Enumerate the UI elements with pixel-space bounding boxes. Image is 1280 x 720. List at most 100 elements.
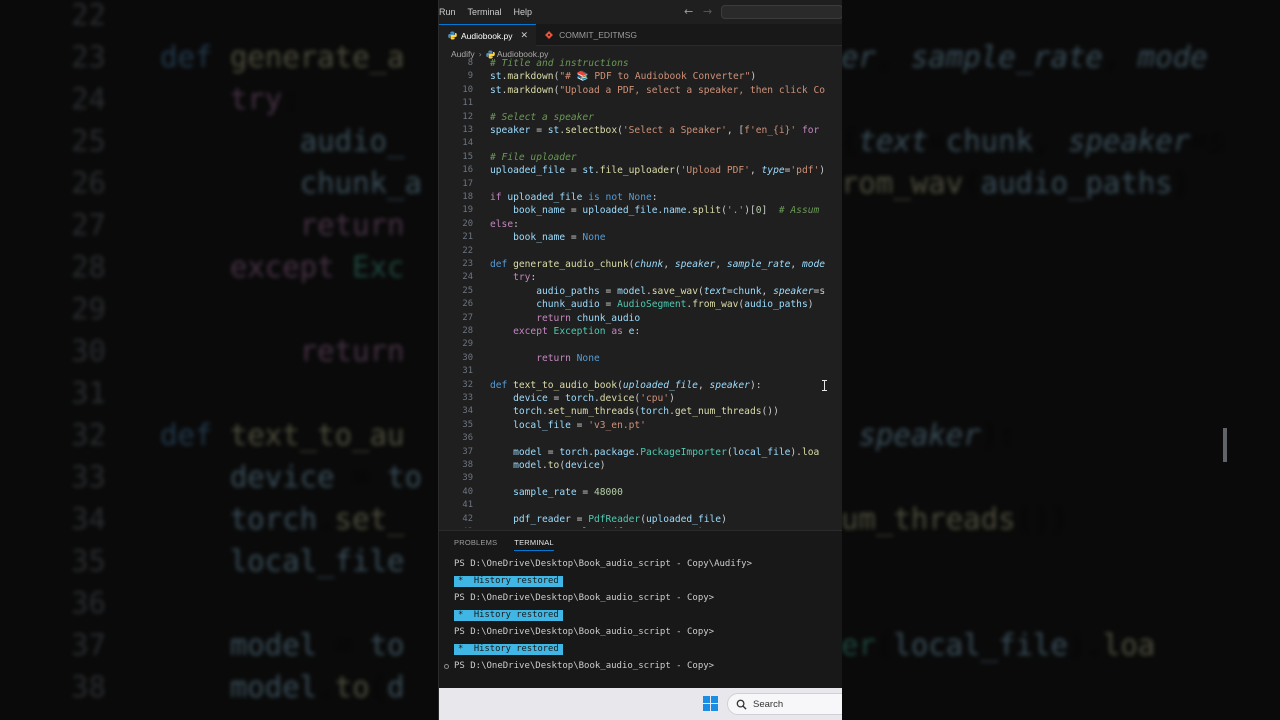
forward-arrow-icon[interactable]: →	[703, 5, 712, 18]
code-line[interactable]: 13 speaker = st.selectbox('Select a Speak…	[439, 124, 842, 137]
background-text-cursor	[1223, 428, 1227, 462]
line-number: 17	[462, 178, 473, 189]
code-line[interactable]: 40 sample_rate = 48000	[439, 486, 842, 499]
code-line[interactable]: 23 def generate_audio_chunk(chunk, speake…	[439, 258, 842, 271]
code-text: if uploaded_file is not None:	[490, 192, 658, 203]
line-number: 13	[462, 125, 473, 135]
code-text: st.markdown("# 📚 PDF to Audiobook Conver…	[490, 71, 757, 83]
taskbar-search[interactable]: Search	[727, 693, 842, 715]
code-text: torch.set_num_threads(torch.get_num_thre…	[513, 406, 779, 418]
code-text: # Title and instructions	[490, 58, 629, 69]
code-line[interactable]: 38 model.to(device)	[439, 459, 842, 472]
command-center-search[interactable]	[721, 5, 842, 19]
code-text: book_name = uploaded_file.name.split('.'…	[513, 205, 820, 217]
menu-run[interactable]: Run	[439, 0, 462, 24]
line-number: 23	[462, 259, 473, 269]
background-line-number: 29	[71, 292, 106, 326]
code-line[interactable]: 34 torch.set_num_threads(torch.get_num_t…	[439, 405, 842, 418]
code-line[interactable]: 30 return None	[439, 352, 842, 365]
code-line[interactable]: 18 if uploaded_file is not None:	[439, 191, 842, 204]
code-line[interactable]: 9 st.markdown("# 📚 PDF to Audiobook Conve…	[439, 70, 842, 83]
back-arrow-icon[interactable]: ←	[684, 5, 693, 18]
code-line[interactable]: 25 audio_paths = model.save_wav(text=chu…	[439, 285, 842, 298]
code-line[interactable]: 8 # Title and instructions	[439, 57, 842, 70]
line-number: 9	[467, 71, 473, 82]
code-line[interactable]: 28 except Exception as e:	[439, 325, 842, 338]
code-line[interactable]: 12 # Select a speaker	[439, 111, 842, 124]
tab-audiobook-py[interactable]: Audiobook.py ✕	[439, 24, 537, 46]
windows-start-icon[interactable]	[703, 696, 718, 711]
tab-terminal[interactable]: TERMINAL	[514, 534, 554, 551]
line-number: 25	[462, 285, 473, 296]
menu-terminal[interactable]: Terminal	[462, 0, 508, 24]
code-line[interactable]: 33 device = torch.device('cpu')	[439, 392, 842, 405]
windows-taskbar: Search	[439, 688, 842, 720]
code-line[interactable]: 39	[439, 472, 842, 485]
code-text: book_name = None	[513, 232, 606, 244]
terminal-prompt: PS D:\OneDrive\Desktop\Book_audio_script…	[454, 661, 715, 671]
line-number: 10	[462, 84, 473, 95]
code-text: # Select a speaker	[490, 111, 594, 123]
line-number: 28	[462, 326, 473, 336]
code-line[interactable]: 26 chunk_audio = AudioSegment.from_wav(a…	[439, 298, 842, 311]
code-text: num_pages = len(pdf_reader.pages)	[490, 526, 704, 528]
code-text: pdf_reader = PdfReader(uploaded_file)	[513, 513, 727, 525]
code-text: return None	[536, 352, 600, 364]
code-line[interactable]: 22	[439, 245, 842, 258]
background-code-text: model.to(d	[229, 670, 405, 704]
git-icon	[545, 31, 554, 39]
background-line-number: 27	[71, 208, 106, 242]
line-number: 15	[462, 151, 473, 162]
code-line[interactable]: 21 book_name = None	[439, 231, 842, 244]
line-number: 41	[462, 500, 473, 511]
code-text: st.markdown("Upload a PDF, select a spea…	[490, 84, 826, 96]
python-icon	[448, 31, 457, 40]
line-number: 31	[462, 366, 473, 377]
code-line[interactable]: 43 num_pages = len(pdf_reader.pages)	[439, 526, 842, 528]
code-line[interactable]: 14	[439, 137, 842, 150]
code-line[interactable]: 29	[439, 338, 842, 351]
history-restored-badge: * History restored	[454, 609, 563, 621]
code-line[interactable]: 35 local_file = 'v3_en.pt'	[439, 419, 842, 432]
code-text: # File uploader	[490, 151, 577, 163]
code-text: model.to(device)	[513, 460, 606, 471]
line-number: 42	[462, 513, 473, 524]
code-text: sample_rate = 48000	[513, 486, 623, 498]
code-line[interactable]: 11	[439, 97, 842, 110]
background-line-number: 26	[71, 166, 106, 200]
menu-help[interactable]: Help	[508, 0, 539, 24]
line-number: 16	[462, 165, 473, 176]
code-line[interactable]: 16 uploaded_file = st.file_uploader('Uplo…	[439, 164, 842, 177]
code-line[interactable]: 36	[439, 432, 842, 445]
line-number: 8	[467, 58, 473, 68]
line-number: 11	[462, 98, 473, 109]
code-line[interactable]: 15 # File uploader	[439, 151, 842, 164]
line-number: 37	[462, 446, 473, 457]
background-line-number: 32	[71, 418, 106, 452]
tab-problems[interactable]: PROBLEMS	[454, 534, 497, 550]
close-icon[interactable]: ✕	[521, 31, 529, 41]
code-line[interactable]: 41	[439, 499, 842, 512]
code-line[interactable]: 31	[439, 365, 842, 378]
code-editor[interactable]: 8 # Title and instructions 9 st.markdown("#…	[439, 56, 842, 528]
background-line-number: 36	[71, 586, 106, 620]
code-line[interactable]: 42 pdf_reader = PdfReader(uploaded_file)	[439, 513, 842, 526]
code-text: try:	[513, 272, 537, 284]
code-line[interactable]: 17	[439, 178, 842, 191]
line-number: 43	[439, 526, 473, 528]
code-line[interactable]: 19 book_name = uploaded_file.name.split(…	[439, 204, 842, 217]
code-line[interactable]: 20 else:	[439, 218, 842, 231]
background-code-text: return	[299, 334, 405, 368]
tab-commit-editmsg[interactable]: COMMIT_EDITMSG	[536, 24, 645, 46]
code-line[interactable]: 24 try:	[439, 271, 842, 284]
line-number: 12	[462, 111, 473, 122]
vscode-window: Run Terminal Help ← → Audiobook.py ✕ COM…	[438, 0, 842, 720]
code-text: speaker = st.selectbox('Select a Speaker…	[490, 125, 820, 136]
code-text: return chunk_audio	[536, 312, 641, 324]
code-line[interactable]: 37 model = torch.package.PackageImporter…	[439, 446, 842, 459]
code-line[interactable]: 27 return chunk_audio	[439, 312, 842, 325]
tab-label: Audiobook.py	[461, 30, 513, 41]
code-text: model = torch.package.PackageImporter(lo…	[513, 446, 820, 458]
code-line[interactable]: 32 def text_to_audio_book(uploaded_file, …	[439, 379, 842, 392]
code-line[interactable]: 10 st.markdown("Upload a PDF, select a sp…	[439, 84, 842, 97]
